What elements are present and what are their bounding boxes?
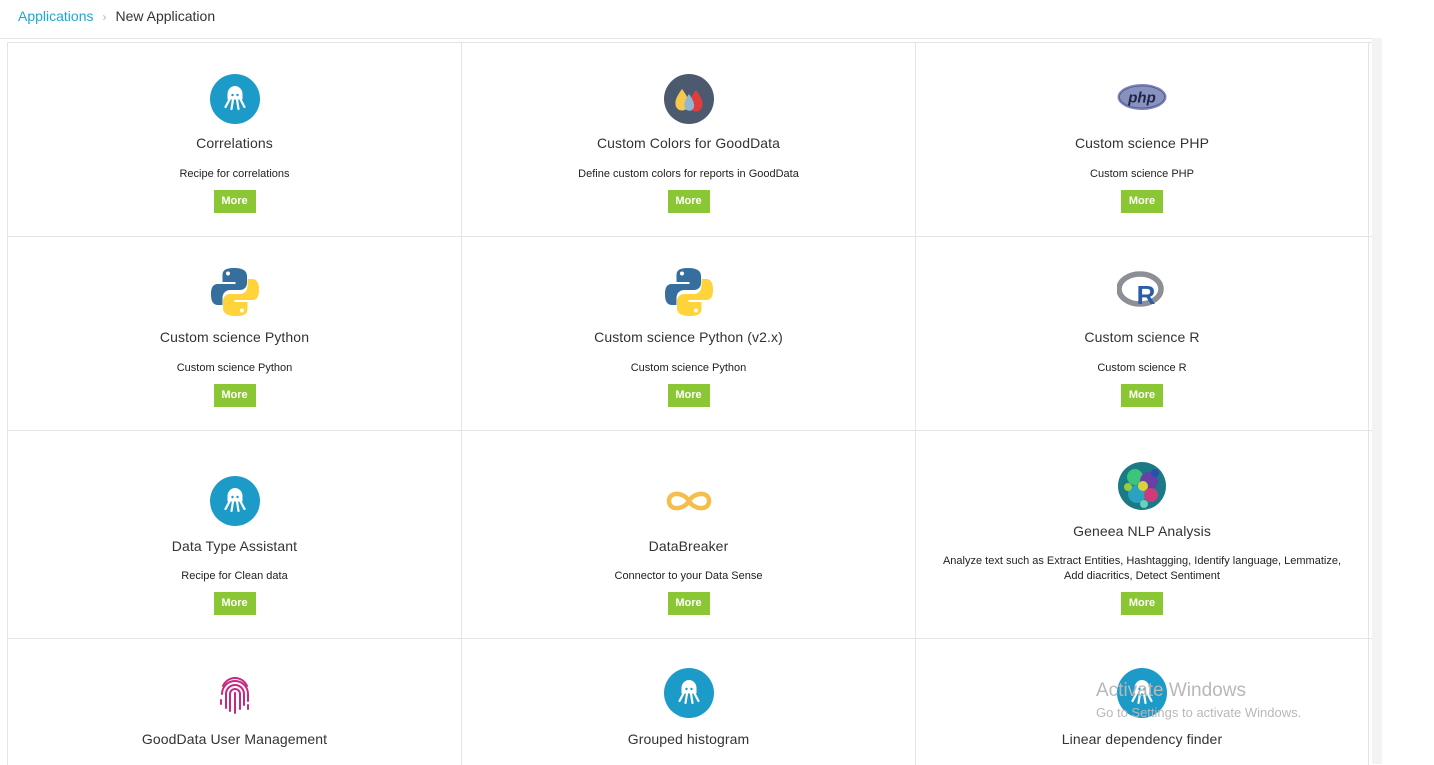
keboola-octopus-icon (209, 74, 260, 124)
more-button[interactable]: More (213, 384, 256, 407)
page-right-margin (1383, 0, 1434, 764)
app-title: Linear dependency finder (1061, 731, 1223, 747)
app-description: Custom science R (1097, 362, 1187, 374)
more-button[interactable]: More (1121, 190, 1163, 213)
app-title: GoodData User Management (141, 731, 328, 747)
python-logo-icon (664, 268, 713, 316)
more-button[interactable]: More (667, 592, 710, 615)
app-title: Custom science Python (159, 329, 310, 345)
grid-row: Data Type Assistant Recipe for Clean dat… (7, 431, 1372, 639)
watermark-subtitle: Go to Settings to activate Windows. (1096, 705, 1302, 720)
keboola-octopus-icon (663, 668, 714, 718)
watermark-title: Activate Windows (1096, 680, 1246, 701)
app-card-data-type-assistant: Data Type Assistant Recipe for Clean dat… (7, 431, 461, 638)
app-card-custom-science-python: Custom science Python Custom science Pyt… (7, 237, 461, 430)
app-description: Custom science Python (176, 362, 293, 374)
grid-row: Correlations Recipe for correlations Mor… (7, 43, 1372, 237)
app-card-databreaker: DataBreaker Connector to your Data Sense… (461, 431, 915, 638)
app-card-geneea-nlp: Geneea NLP Analysis Analyze text such as… (915, 431, 1369, 638)
app-card-custom-science-php: php Custom science PHP Custom science PH… (915, 43, 1369, 236)
r-logo-icon: R (1117, 271, 1164, 310)
app-description: Recipe for Clean data (181, 570, 288, 582)
app-description: Custom science Python (630, 362, 747, 374)
more-button[interactable]: More (213, 592, 256, 615)
app-title: DataBreaker (648, 538, 729, 554)
more-button[interactable]: More (1121, 592, 1163, 615)
app-card-custom-colors: Custom Colors for GoodData Define custom… (461, 43, 915, 236)
app-card-correlations: Correlations Recipe for correlations Mor… (7, 43, 461, 236)
app-title: Grouped histogram (627, 731, 750, 747)
python-logo-icon (210, 268, 259, 316)
app-description: Analyze text such as Extract Entities, H… (942, 555, 1342, 582)
app-card-grouped-histogram: Grouped histogram (461, 639, 915, 765)
top-bar: Applications › New Application (0, 0, 1382, 39)
app-title: Data Type Assistant (171, 538, 298, 554)
app-description: Recipe for correlations (179, 168, 290, 180)
app-description: Define custom colors for reports in Good… (578, 168, 799, 180)
app-title: Custom science Python (v2.x) (594, 329, 783, 345)
app-description: Connector to your Data Sense (614, 570, 763, 582)
application-grid: Correlations Recipe for correlations Mor… (7, 42, 1372, 765)
infinity-icon (666, 491, 711, 511)
windows-activation-watermark: Activate Windows Go to Settings to activ… (1096, 680, 1301, 720)
svg-text:R: R (1137, 280, 1156, 310)
more-button[interactable]: More (1121, 384, 1163, 407)
fingerprint-icon (219, 677, 249, 714)
breadcrumb: Applications › New Application (18, 8, 215, 24)
more-button[interactable]: More (667, 384, 710, 407)
app-title: Custom Colors for GoodData (596, 135, 781, 151)
breadcrumb-applications-link[interactable]: Applications (18, 8, 94, 24)
scrollbar-track[interactable] (1372, 38, 1382, 764)
grid-row: Custom science Python Custom science Pyt… (7, 237, 1372, 431)
app-title: Correlations (196, 135, 273, 151)
more-button[interactable]: More (667, 190, 710, 213)
app-title: Custom science R (1084, 329, 1200, 345)
app-card-custom-science-r: R Custom science R Custom science R More (915, 237, 1369, 430)
color-drops-icon (663, 74, 714, 124)
breadcrumb-separator-icon: › (102, 10, 107, 24)
geneea-texture-icon (1118, 462, 1166, 510)
app-title: Geneea NLP Analysis (1073, 523, 1211, 539)
app-card-custom-science-python-v2: Custom science Python (v2.x) Custom scie… (461, 237, 915, 430)
php-logo-icon: php (1117, 84, 1167, 110)
app-card-gooddata-user-management: GoodData User Management (7, 639, 461, 765)
app-description: Custom science PHP (1090, 168, 1194, 180)
more-button[interactable]: More (213, 190, 256, 213)
breadcrumb-current: New Application (115, 8, 216, 24)
svg-text:php: php (1127, 90, 1156, 107)
app-title: Custom science PHP (1074, 135, 1210, 151)
keboola-octopus-icon (209, 476, 260, 526)
